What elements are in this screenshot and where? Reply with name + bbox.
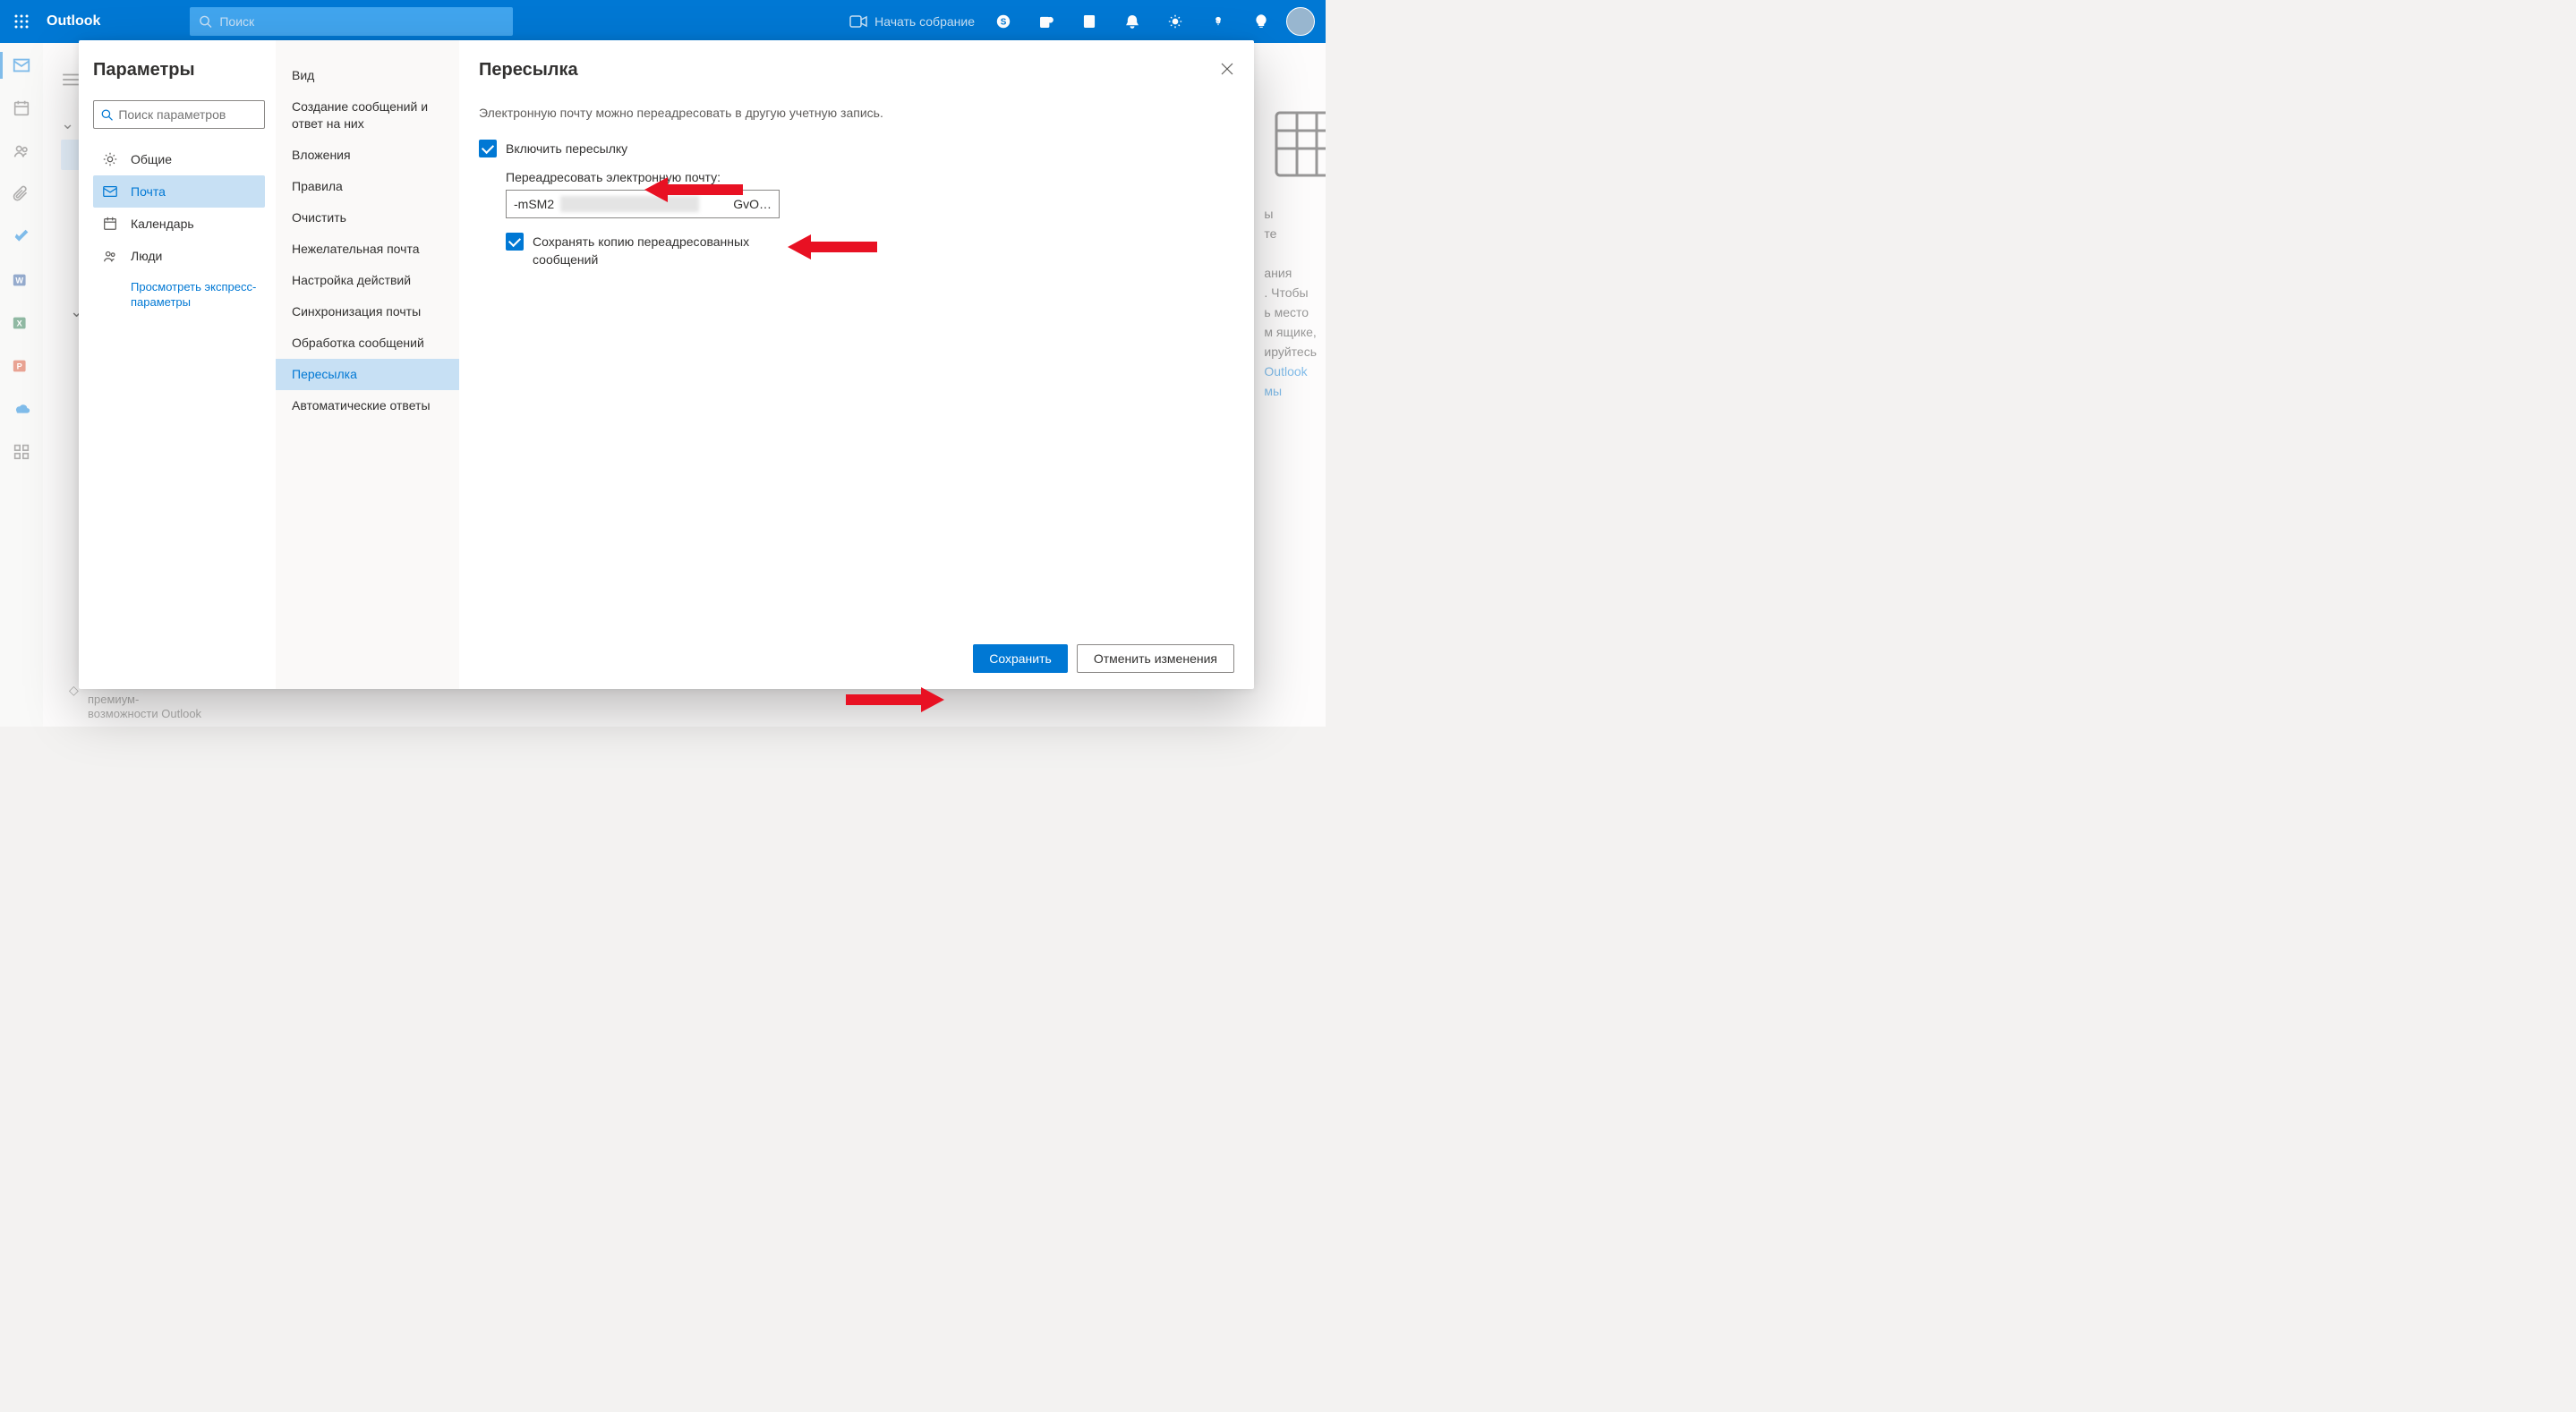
calendar-icon <box>102 216 118 232</box>
option-customize[interactable]: Настройка действий <box>276 265 459 296</box>
keep-copy-row: Сохранять копию переадресованных сообщен… <box>506 233 1234 268</box>
enable-forwarding-row: Включить пересылку <box>479 140 1234 157</box>
option-compose[interactable]: Создание сообщений и ответ на них <box>276 91 459 140</box>
category-label: Люди <box>131 249 162 263</box>
mail-icon <box>102 183 118 200</box>
forward-address-group: Переадресовать электронную почту: -mSM2 … <box>506 170 1234 218</box>
app-header: Outlook Начать собрание S <box>0 0 1326 43</box>
keep-copy-checkbox[interactable] <box>506 233 524 251</box>
brand-name[interactable]: Outlook <box>47 13 100 30</box>
whatsnew-icon[interactable] <box>1240 0 1283 43</box>
keep-copy-label: Сохранять копию переадресованных сообщен… <box>533 233 765 268</box>
option-attachments[interactable]: Вложения <box>276 140 459 171</box>
settings-col-categories: Параметры Общие Почта Календарь Люди Про… <box>79 40 276 689</box>
save-button[interactable]: Сохранить <box>973 644 1068 673</box>
forward-address-label: Переадресовать электронную почту: <box>506 170 1234 184</box>
avatar[interactable] <box>1286 7 1315 36</box>
option-sync[interactable]: Синхронизация почты <box>276 296 459 327</box>
settings-search-input[interactable] <box>118 107 257 122</box>
search-icon <box>101 108 113 122</box>
forward-address-value-suffix: GvO… <box>733 197 772 211</box>
pane-description: Электронную почту можно переадресовать в… <box>479 106 1234 120</box>
close-icon <box>1221 63 1233 75</box>
help-icon[interactable] <box>1197 0 1240 43</box>
action-buttons: Сохранить Отменить изменения <box>479 644 1234 673</box>
category-general[interactable]: Общие <box>93 143 265 175</box>
video-icon <box>849 15 867 28</box>
svg-text:S: S <box>1001 18 1007 28</box>
people-icon <box>102 248 118 264</box>
search-icon <box>199 14 212 29</box>
bell-icon[interactable] <box>1111 0 1154 43</box>
pane-title: Пересылка <box>479 60 1234 81</box>
settings-modal: Параметры Общие Почта Календарь Люди Про… <box>79 40 1254 689</box>
waffle-icon[interactable] <box>0 0 43 43</box>
enable-forwarding-label: Включить пересылку <box>506 140 627 157</box>
category-people[interactable]: Люди <box>93 240 265 272</box>
option-handling[interactable]: Обработка сообщений <box>276 327 459 359</box>
forward-address-value-prefix: -mSM2 <box>514 197 554 211</box>
forward-address-input[interactable]: -mSM2 GvO… <box>506 190 780 218</box>
settings-col-options: Вид Создание сообщений и ответ на них Вл… <box>276 40 459 689</box>
settings-title: Параметры <box>93 60 265 81</box>
option-junk[interactable]: Нежелательная почта <box>276 234 459 265</box>
option-sweep[interactable]: Очистить <box>276 202 459 234</box>
option-layout[interactable]: Вид <box>276 60 459 91</box>
category-mail[interactable]: Почта <box>93 175 265 208</box>
redacted-region <box>560 196 699 212</box>
search-box[interactable] <box>190 7 513 36</box>
category-calendar[interactable]: Календарь <box>93 208 265 240</box>
settings-search-box[interactable] <box>93 100 265 129</box>
settings-col-content: Пересылка Электронную почту можно переад… <box>459 40 1254 689</box>
tasks-header-icon[interactable] <box>1068 0 1111 43</box>
category-label: Почта <box>131 184 166 199</box>
gear-icon <box>102 151 118 167</box>
option-forwarding[interactable]: Пересылка <box>276 359 459 390</box>
header-right: Начать собрание S <box>849 0 1326 43</box>
start-meeting-button[interactable]: Начать собрание <box>849 14 975 29</box>
category-label: Общие <box>131 152 172 166</box>
close-button[interactable] <box>1216 58 1238 80</box>
quick-settings-link[interactable]: Просмотреть экспресс-параметры <box>131 279 265 310</box>
start-meeting-label: Начать собрание <box>874 14 975 29</box>
cancel-button[interactable]: Отменить изменения <box>1077 644 1234 673</box>
settings-icon[interactable] <box>1154 0 1197 43</box>
category-label: Календарь <box>131 217 194 231</box>
skype-icon[interactable]: S <box>982 0 1025 43</box>
option-rules[interactable]: Правила <box>276 171 459 202</box>
teams-icon[interactable] <box>1025 0 1068 43</box>
search-input[interactable] <box>219 14 504 29</box>
option-autoreply[interactable]: Автоматические ответы <box>276 390 459 421</box>
enable-forwarding-checkbox[interactable] <box>479 140 497 157</box>
